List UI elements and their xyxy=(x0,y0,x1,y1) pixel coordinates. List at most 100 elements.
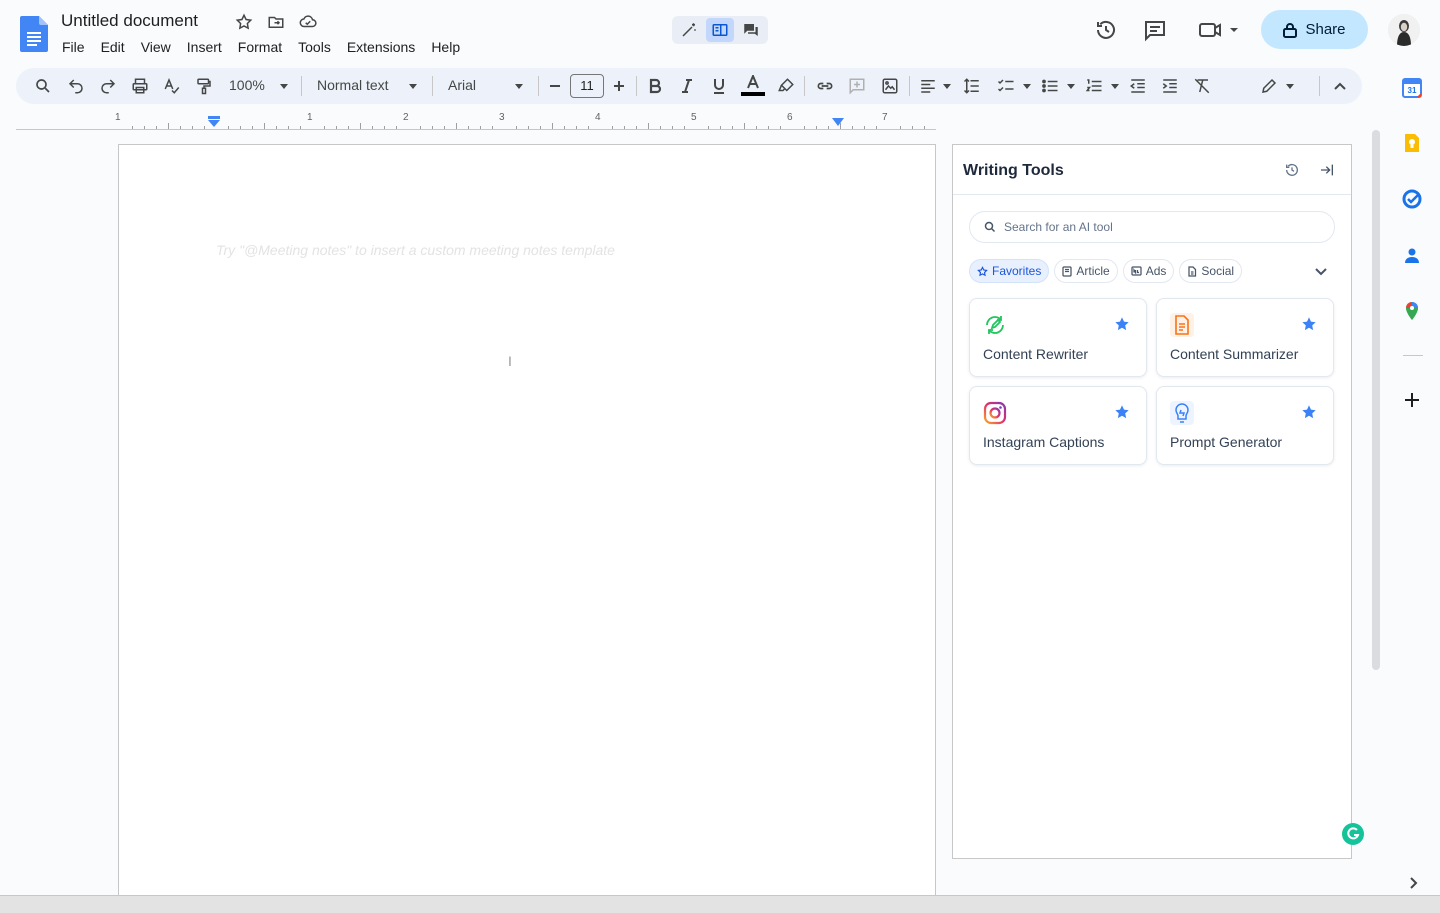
bulleted-list-caret-icon[interactable] xyxy=(1067,84,1075,89)
menu-format[interactable]: Format xyxy=(230,37,290,57)
tool-card-content-rewriter[interactable]: Content Rewriter xyxy=(969,298,1147,377)
search-menus-icon[interactable] xyxy=(33,76,53,96)
align-caret-icon[interactable] xyxy=(943,84,951,89)
favorite-star-icon[interactable] xyxy=(1114,404,1130,420)
tool-card-label: Prompt Generator xyxy=(1170,434,1283,450)
tool-card-content-summarizer[interactable]: Content Summarizer xyxy=(1156,298,1334,377)
version-history-icon[interactable] xyxy=(1094,18,1118,42)
line-spacing-icon[interactable] xyxy=(962,76,982,96)
undo-icon[interactable] xyxy=(66,76,86,96)
bottom-bar xyxy=(0,895,1440,913)
add-addon-icon[interactable] xyxy=(1402,390,1422,410)
document-title[interactable]: Untitled document xyxy=(61,11,198,31)
style-caret-icon[interactable] xyxy=(409,84,417,89)
side-rail: 31 xyxy=(1384,64,1440,913)
paint-format-icon[interactable] xyxy=(194,76,214,96)
scrollbar[interactable] xyxy=(1372,130,1380,670)
zoom-caret-icon[interactable] xyxy=(280,84,288,89)
keep-icon[interactable] xyxy=(1402,133,1422,153)
header: Untitled document File Edit View Insert … xyxy=(0,0,1440,64)
chip-article[interactable]: Article xyxy=(1054,259,1118,283)
left-indent-marker-icon[interactable] xyxy=(207,116,221,128)
svg-text:31: 31 xyxy=(1408,86,1417,95)
font-caret-icon[interactable] xyxy=(515,84,523,89)
chevron-down-icon[interactable] xyxy=(1313,263,1329,279)
grammarly-icon[interactable] xyxy=(1342,822,1364,846)
font-size-input[interactable]: 11 xyxy=(570,74,604,98)
docs-logo-icon[interactable] xyxy=(20,16,48,52)
tasks-icon[interactable] xyxy=(1402,189,1422,209)
maps-icon[interactable] xyxy=(1402,301,1422,321)
bulleted-list-icon[interactable] xyxy=(1040,76,1060,96)
redo-icon[interactable] xyxy=(98,76,118,96)
cloud-saved-icon[interactable] xyxy=(299,13,317,31)
document-page[interactable]: Try "@Meeting notes" to insert a custom … xyxy=(118,144,936,904)
hide-menus-icon[interactable] xyxy=(1330,76,1350,96)
tool-card-prompt-generator[interactable]: Prompt Generator xyxy=(1156,386,1334,465)
share-button[interactable]: Share xyxy=(1261,10,1368,49)
contacts-icon[interactable] xyxy=(1402,245,1422,265)
decrease-indent-icon[interactable] xyxy=(1128,76,1148,96)
magic-wand-icon[interactable] xyxy=(675,18,703,42)
document-placeholder: Try "@Meeting notes" to insert a custom … xyxy=(216,242,615,258)
comments-icon[interactable] xyxy=(1143,18,1167,42)
font-select[interactable]: Arial xyxy=(448,77,476,93)
checklist-icon[interactable] xyxy=(996,76,1016,96)
increase-font-size-icon[interactable] xyxy=(609,76,629,96)
menu-tools[interactable]: Tools xyxy=(290,37,339,57)
close-panel-icon[interactable] xyxy=(1319,162,1335,178)
spellcheck-icon[interactable] xyxy=(162,76,182,96)
menu-extensions[interactable]: Extensions xyxy=(339,37,423,57)
menu-view[interactable]: View xyxy=(133,37,179,57)
insert-image-icon[interactable] xyxy=(880,76,900,96)
style-select[interactable]: Normal text xyxy=(317,77,389,93)
right-indent-marker-icon[interactable] xyxy=(831,118,845,128)
chat-icon[interactable] xyxy=(737,18,765,42)
align-icon[interactable] xyxy=(918,76,938,96)
meet-icon[interactable] xyxy=(1198,18,1242,42)
text-color-icon[interactable] xyxy=(741,75,765,96)
chip-ads[interactable]: Ads xyxy=(1122,259,1175,283)
print-icon[interactable] xyxy=(130,76,150,96)
chip-social[interactable]: Social xyxy=(1179,259,1243,283)
numbered-list-caret-icon[interactable] xyxy=(1111,84,1119,89)
chip-label: Social xyxy=(1201,264,1235,278)
avatar[interactable] xyxy=(1388,14,1420,46)
instagram-icon xyxy=(983,401,1007,425)
tool-card-instagram-captions[interactable]: Instagram Captions xyxy=(969,386,1147,465)
side-panel-icon[interactable] xyxy=(705,18,734,42)
favorite-star-icon[interactable] xyxy=(1301,404,1317,420)
highlight-color-icon[interactable] xyxy=(776,76,796,96)
star-icon[interactable] xyxy=(235,13,253,31)
menu-insert[interactable]: Insert xyxy=(179,37,230,57)
clear-formatting-icon[interactable] xyxy=(1192,76,1212,96)
search-box[interactable] xyxy=(969,211,1335,243)
search-input[interactable] xyxy=(1004,220,1324,234)
chevron-right-icon[interactable] xyxy=(1406,876,1420,890)
menu-file[interactable]: File xyxy=(54,37,93,57)
italic-icon[interactable] xyxy=(677,76,697,96)
bold-icon[interactable] xyxy=(645,76,665,96)
move-folder-icon[interactable] xyxy=(267,13,285,31)
chip-favorites[interactable]: Favorites xyxy=(969,259,1050,283)
divider xyxy=(1403,355,1423,356)
ruler-tick xyxy=(684,126,685,129)
increase-indent-icon[interactable] xyxy=(1160,76,1180,96)
numbered-list-icon[interactable] xyxy=(1084,76,1104,96)
editing-mode-icon[interactable] xyxy=(1259,76,1279,96)
underline-icon[interactable] xyxy=(709,76,729,96)
menu-help[interactable]: Help xyxy=(423,37,468,57)
ruler-tick xyxy=(852,126,853,129)
decrease-font-size-icon[interactable] xyxy=(545,76,565,96)
calendar-icon[interactable]: 31 xyxy=(1402,78,1422,98)
insert-link-icon[interactable] xyxy=(815,76,835,96)
social-icon xyxy=(1188,265,1197,277)
add-comment-icon[interactable] xyxy=(847,76,867,96)
favorite-star-icon[interactable] xyxy=(1301,316,1317,332)
favorite-star-icon[interactable] xyxy=(1114,316,1130,332)
history-icon[interactable] xyxy=(1284,162,1300,178)
zoom-select[interactable]: 100% xyxy=(229,77,265,93)
checklist-caret-icon[interactable] xyxy=(1023,84,1031,89)
menu-edit[interactable]: Edit xyxy=(93,37,133,57)
editing-mode-caret-icon[interactable] xyxy=(1286,84,1294,89)
